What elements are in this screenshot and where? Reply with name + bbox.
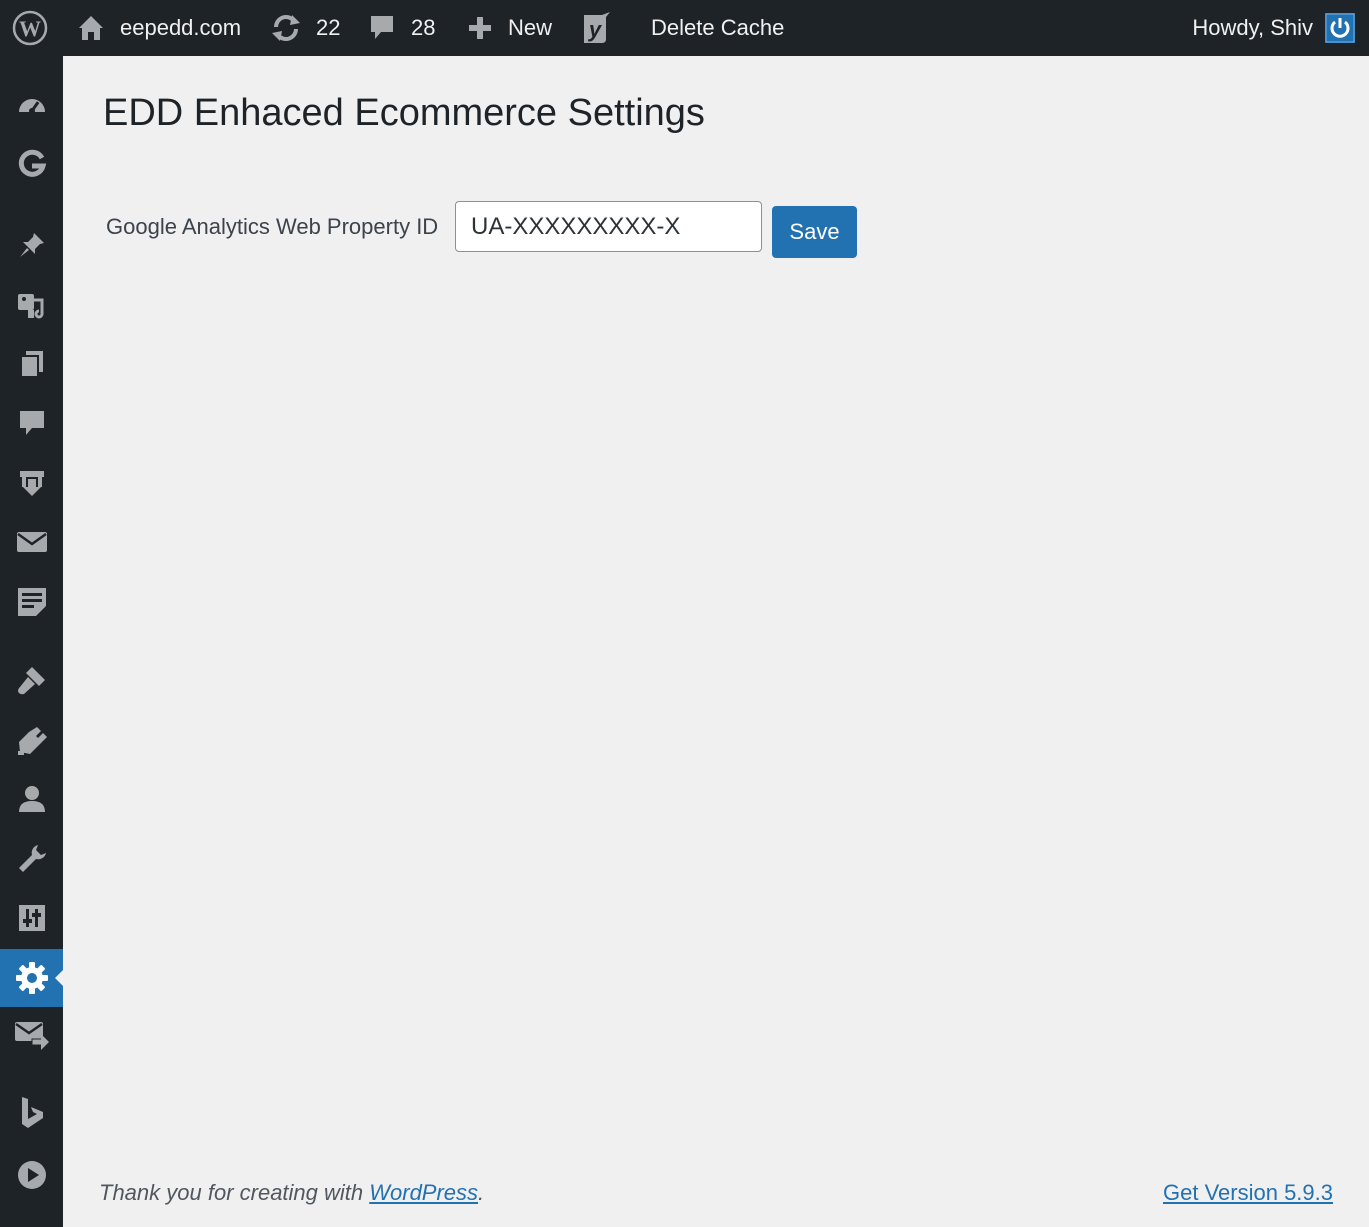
new-label: New: [508, 15, 553, 40]
settings-gear-icon[interactable]: [0, 949, 63, 1007]
feedback-icon[interactable]: [0, 573, 63, 631]
comments-icon[interactable]: [0, 394, 63, 452]
tools-icon[interactable]: [0, 830, 63, 888]
yoast-icon[interactable]: y: [580, 0, 614, 56]
comments-count: 28: [411, 15, 436, 40]
page-title: EDD Enhaced Ecommerce Settings: [103, 92, 705, 134]
admin-sidebar: [0, 56, 63, 1227]
plugins-icon[interactable]: [0, 711, 63, 769]
svg-text:W: W: [19, 16, 41, 41]
media-icon[interactable]: [0, 275, 63, 333]
get-version-link[interactable]: Get Version 5.9.3: [1163, 1180, 1333, 1206]
site-name: eepedd.com: [120, 15, 242, 40]
mail-icon[interactable]: [0, 513, 63, 571]
my-account-link[interactable]: Howdy, Shiv: [1192, 0, 1355, 56]
settings-sliders-icon[interactable]: [0, 889, 63, 947]
property-id-label: Google Analytics Web Property ID: [106, 214, 439, 239]
svg-text:y: y: [588, 17, 603, 42]
property-id-input[interactable]: [455, 201, 762, 252]
updates-icon: [270, 13, 302, 43]
comments-link[interactable]: 28: [369, 0, 435, 56]
users-icon[interactable]: [0, 770, 63, 828]
wordpress-logo-icon[interactable]: W: [12, 0, 48, 56]
admin-bar: W eepedd.com 22 28 New y Delete Cache Ho…: [0, 0, 1369, 56]
mail-forward-icon[interactable]: [0, 1006, 63, 1064]
updates-link[interactable]: 22: [270, 0, 340, 56]
pages-icon[interactable]: [0, 335, 63, 393]
appearance-icon[interactable]: [0, 651, 63, 709]
downloads-icon[interactable]: [0, 454, 63, 512]
save-button[interactable]: Save: [772, 206, 857, 258]
site-name-link[interactable]: eepedd.com: [76, 0, 241, 56]
home-icon: [76, 13, 106, 43]
google-g-icon[interactable]: [0, 135, 63, 193]
footer-thanks-suffix: .: [478, 1180, 485, 1205]
wordpress-link[interactable]: WordPress: [369, 1180, 478, 1205]
avatar: [1325, 13, 1355, 43]
new-content-link[interactable]: New: [467, 0, 552, 56]
footer-thanks-prefix: Thank you for creating with: [99, 1180, 370, 1205]
delete-cache-label: Delete Cache: [651, 15, 785, 40]
updates-count: 22: [316, 15, 341, 40]
greeting: Howdy, Shiv: [1192, 15, 1313, 40]
play-icon[interactable]: [0, 1146, 63, 1204]
delete-cache-link[interactable]: Delete Cache: [651, 0, 784, 56]
footer-thanks: Thank you for creating with WordPress.: [99, 1180, 484, 1206]
plus-icon: [467, 15, 493, 41]
pin-icon[interactable]: [0, 216, 63, 274]
dashboard-icon[interactable]: [0, 76, 63, 134]
bing-icon[interactable]: [0, 1084, 63, 1142]
comment-icon: [369, 14, 395, 42]
